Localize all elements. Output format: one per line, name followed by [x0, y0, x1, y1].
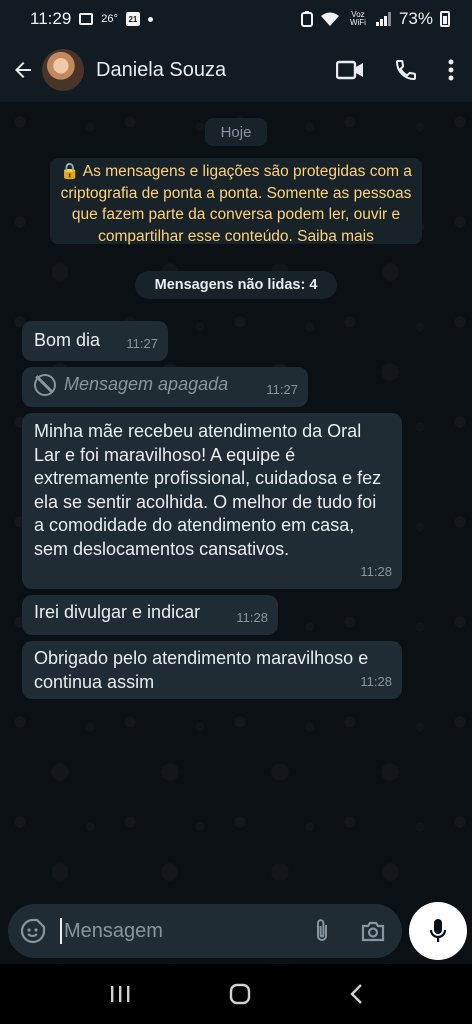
chat-area[interactable]: Hoje 🔒 As mensagens e ligações são prote… [0, 102, 472, 964]
back-arrow-icon[interactable] [10, 57, 36, 83]
message-input[interactable]: Mensagem [60, 918, 163, 944]
battery-saver-icon [300, 11, 313, 27]
camera-icon[interactable] [360, 920, 386, 942]
message-time: 11:28 [360, 563, 392, 579]
home-icon[interactable] [229, 983, 251, 1005]
message-time: 11:27 [126, 335, 158, 351]
message-text: Irei divulgar e indicar [34, 602, 201, 622]
calendar-icon: 21 [125, 12, 140, 26]
more-options-icon[interactable] [448, 59, 454, 81]
message-bubble[interactable]: Minha mãe recebeu atendimento da Oral La… [22, 413, 402, 589]
mic-icon [429, 919, 447, 942]
message-time: 11:27 [266, 381, 298, 397]
status-time: 11:29 [30, 9, 72, 28]
message-bubble[interactable]: Obrigado pelo atendimento maravilhoso e … [22, 641, 402, 699]
status-bar: 11:29 26° 21 Voz WiFi 73% [0, 0, 472, 38]
encryption-notice[interactable]: 🔒 As mensagens e ligações são protegidas… [50, 158, 422, 245]
date-chip: Hoje [205, 118, 267, 146]
unread-messages-chip: Mensagens não lidas: 4 [135, 271, 337, 299]
battery-percentage: 73% [398, 9, 433, 28]
signal-icon [375, 12, 391, 26]
deleted-message-icon [34, 373, 56, 396]
contact-avatar[interactable] [42, 49, 84, 91]
contact-name[interactable]: Daniela Souza [96, 59, 226, 82]
message-bubble[interactable]: Bom dia 11:27 [22, 321, 168, 361]
system-nav-bar [0, 964, 472, 1024]
message-text: Mensagem apagada [64, 374, 229, 394]
wifi-icon [320, 12, 339, 26]
video-call-icon[interactable] [336, 59, 364, 81]
deleted-message-bubble[interactable]: Mensagem apagada 11:27 [22, 367, 308, 407]
message-time: 11:28 [360, 673, 392, 689]
status-temperature: 26° [101, 13, 118, 25]
voz-wifi-label: Voz WiFi [349, 10, 366, 27]
gallery-icon [79, 13, 94, 25]
phone-call-icon[interactable] [394, 58, 418, 82]
message-composer[interactable]: Mensagem [8, 904, 402, 958]
attach-icon[interactable] [314, 918, 330, 944]
chat-header: Daniela Souza [0, 38, 472, 102]
message-text: Obrigado pelo atendimento maravilhoso e … [34, 648, 369, 692]
sticker-icon[interactable] [20, 918, 46, 944]
message-text: Minha mãe recebeu atendimento da Oral La… [34, 421, 382, 559]
notification-dot-icon [147, 16, 153, 22]
mic-button[interactable] [409, 902, 467, 960]
message-bubble[interactable]: Irei divulgar e indicar 11:28 [22, 595, 278, 635]
battery-icon [440, 11, 450, 27]
recent-apps-icon[interactable] [109, 984, 131, 1004]
message-time: 11:28 [236, 609, 268, 625]
back-nav-icon[interactable] [349, 983, 363, 1005]
